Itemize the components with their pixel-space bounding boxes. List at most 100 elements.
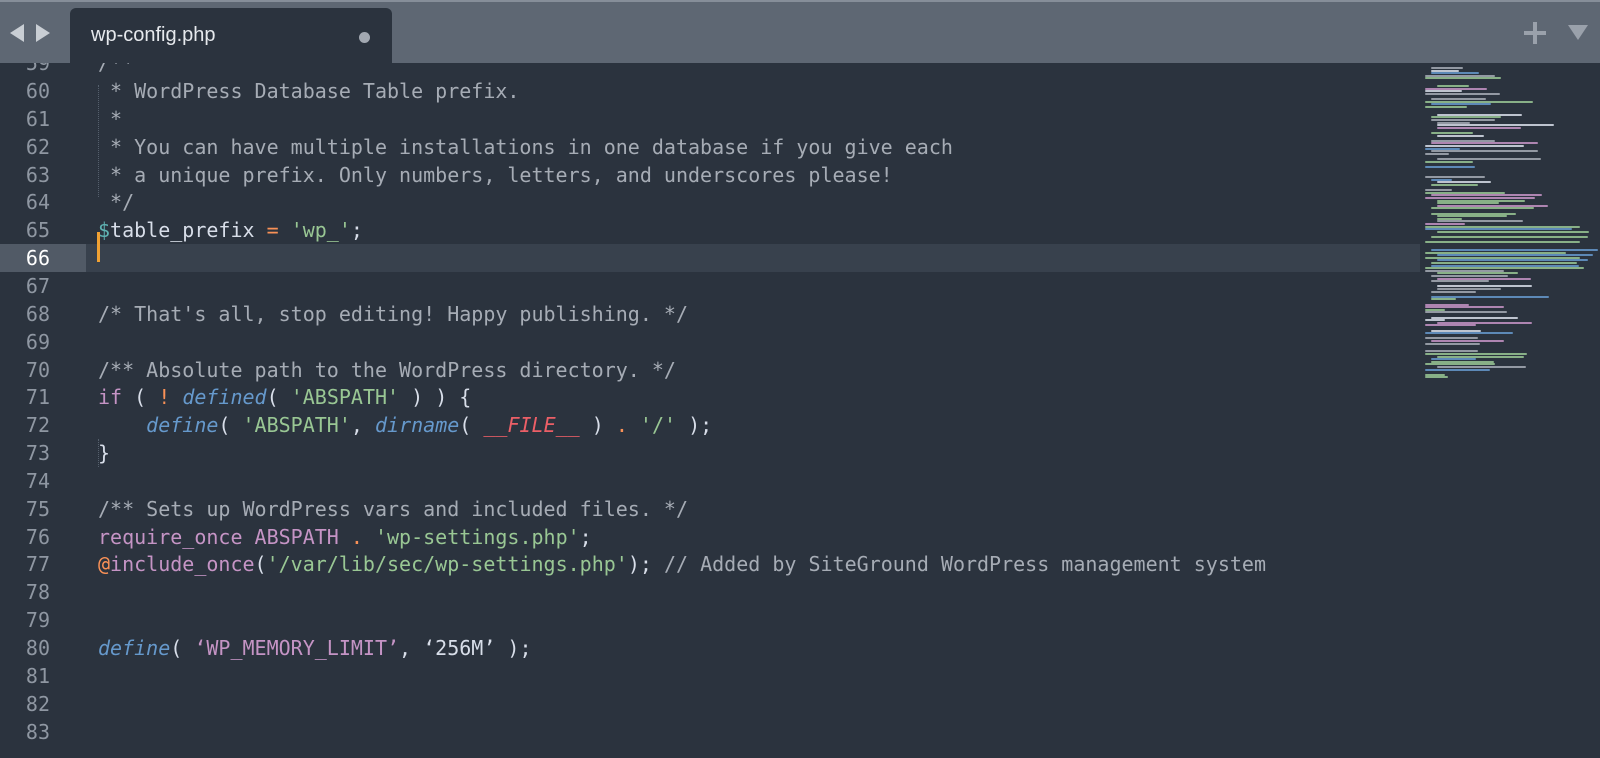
- code-token: define: [98, 636, 171, 660]
- code-token: (: [122, 385, 159, 409]
- minimap-line: [1431, 207, 1534, 210]
- line-number[interactable]: 68: [0, 300, 50, 328]
- code-token: *: [98, 107, 123, 131]
- line-number[interactable]: 79: [0, 606, 50, 634]
- modified-dot-icon[interactable]: [359, 32, 370, 43]
- line-number[interactable]: 64: [0, 188, 50, 216]
- line-number[interactable]: 63: [0, 161, 50, 189]
- minimap-line: [1431, 236, 1589, 238]
- line-number[interactable]: 82: [0, 690, 50, 718]
- code-line-80[interactable]: 80 define( ‘WP_MEMORY_LIMIT’, ‘256M’ );: [0, 634, 1420, 662]
- line-number[interactable]: 71: [0, 383, 50, 411]
- line-number[interactable]: 70: [0, 356, 50, 384]
- minimap-line: [1437, 288, 1502, 290]
- line-number[interactable]: 60: [0, 77, 50, 105]
- minimap-line: [1437, 202, 1499, 205]
- code-token: ‘WP_MEMORY_LIMIT’: [194, 636, 400, 660]
- line-number[interactable]: 77: [0, 550, 50, 578]
- code-line-82[interactable]: 82: [0, 690, 1420, 718]
- code-editor[interactable]: 59 /** 60 * WordPress Database Table pre…: [0, 63, 1600, 758]
- code-line-61[interactable]: 61 *: [0, 105, 1420, 133]
- minimap-line: [1437, 85, 1470, 88]
- code-line-65[interactable]: 65 $table_prefix = 'wp_';: [0, 216, 1420, 244]
- minimap-line: [1437, 124, 1554, 127]
- code-line-72[interactable]: 72 define( 'ABSPATH', dirname( __FILE__ …: [0, 411, 1420, 439]
- minimap-line: [1431, 67, 1463, 69]
- code-token: (: [218, 413, 243, 437]
- minimap-line: [1431, 150, 1538, 153]
- minimap-line: [1425, 241, 1581, 244]
- minimap-line: [1437, 230, 1589, 233]
- arrow-right-icon[interactable]: [36, 24, 50, 42]
- code-token: /** Absolute path to the WordPress direc…: [98, 358, 676, 382]
- code-line-73[interactable]: 73}: [0, 439, 1420, 467]
- code-line-75[interactable]: 75 /** Sets up WordPress vars and include…: [0, 495, 1420, 523]
- minimap-line: [1425, 93, 1500, 95]
- minimap-line: [1425, 342, 1481, 345]
- minimap-line: [1425, 152, 1449, 155]
- line-number[interactable]: 61: [0, 105, 50, 133]
- minimap-line: [1431, 298, 1457, 301]
- minimap[interactable]: [1425, 63, 1600, 463]
- code-token: ) ) {: [399, 385, 472, 409]
- minimap-line: [1425, 332, 1514, 335]
- code-token: * You can have multiple installations in…: [98, 135, 953, 159]
- code-text: require_once ABSPATH . 'wp-settings.php'…: [98, 523, 592, 551]
- code-text: define( 'ABSPATH', dirname( __FILE__ ) .…: [98, 411, 712, 439]
- line-number[interactable]: 67: [0, 272, 50, 300]
- arrow-left-icon[interactable]: [10, 24, 24, 42]
- line-number[interactable]: 75: [0, 495, 50, 523]
- minimap-line: [1431, 119, 1495, 121]
- code-token: 'wp-settings.php': [374, 525, 580, 549]
- line-number[interactable]: 73: [0, 439, 50, 467]
- line-number[interactable]: 80: [0, 634, 50, 662]
- plus-icon[interactable]: [1524, 20, 1550, 46]
- code-line-71[interactable]: 71 if ( ! defined( 'ABSPATH' ) ) {: [0, 383, 1420, 411]
- code-token: ,: [350, 413, 375, 437]
- code-line-68[interactable]: 68 /* That's all, stop editing! Happy pub…: [0, 300, 1420, 328]
- line-number[interactable]: 78: [0, 578, 50, 606]
- code-line-77[interactable]: 77 @include_once('/var/lib/sec/wp-setting…: [0, 550, 1420, 578]
- line-number[interactable]: 62: [0, 133, 50, 161]
- code-text: @include_once('/var/lib/sec/wp-settings.…: [98, 550, 1266, 578]
- code-line-83[interactable]: 83: [0, 718, 1420, 746]
- minimap-line: [1425, 106, 1468, 108]
- minimap-line: [1431, 249, 1598, 251]
- code-text: * a unique prefix. Only numbers, letters…: [98, 161, 893, 189]
- code-line-69[interactable]: 69: [0, 328, 1420, 356]
- code-line-70[interactable]: 70 /** Absolute path to the WordPress dir…: [0, 356, 1420, 384]
- code-line-79[interactable]: 79: [0, 606, 1420, 634]
- code-line-78[interactable]: 78: [0, 578, 1420, 606]
- code-token: );: [495, 636, 532, 660]
- code-line-63[interactable]: 63 * a unique prefix. Only numbers, lett…: [0, 161, 1420, 189]
- line-number[interactable]: 69: [0, 328, 50, 356]
- tab-wp-config[interactable]: wp-config.php: [70, 8, 392, 65]
- code-token: ;: [579, 525, 592, 549]
- line-number[interactable]: 65: [0, 216, 50, 244]
- line-number[interactable]: 74: [0, 467, 50, 495]
- minimap-line: [1425, 228, 1572, 231]
- code-line-67[interactable]: 67: [0, 272, 1420, 300]
- code-line-60[interactable]: 60 * WordPress Database Table prefix.: [0, 77, 1420, 105]
- code-token: table_prefix: [110, 218, 267, 242]
- line-number[interactable]: 72: [0, 411, 50, 439]
- code-line-66[interactable]: 66: [0, 244, 1420, 272]
- chevron-down-icon[interactable]: [1568, 25, 1588, 40]
- line-number[interactable]: 81: [0, 662, 50, 690]
- code-text: */: [98, 188, 134, 216]
- line-number[interactable]: 66: [0, 244, 86, 272]
- code-line-74[interactable]: 74: [0, 467, 1420, 495]
- line-number[interactable]: 83: [0, 718, 50, 746]
- minimap-line: [1437, 366, 1527, 368]
- code-line-64[interactable]: 64 */: [0, 188, 1420, 216]
- line-number[interactable]: 76: [0, 523, 50, 551]
- code-line-62[interactable]: 62 * You can have multiple installations…: [0, 133, 1420, 161]
- code-line-81[interactable]: 81: [0, 662, 1420, 690]
- minimap-line: [1431, 290, 1476, 293]
- minimap-line: [1425, 223, 1465, 225]
- minimap-line: [1425, 311, 1507, 314]
- code-line-76[interactable]: 76 require_once ABSPATH . 'wp-settings.ph…: [0, 523, 1420, 551]
